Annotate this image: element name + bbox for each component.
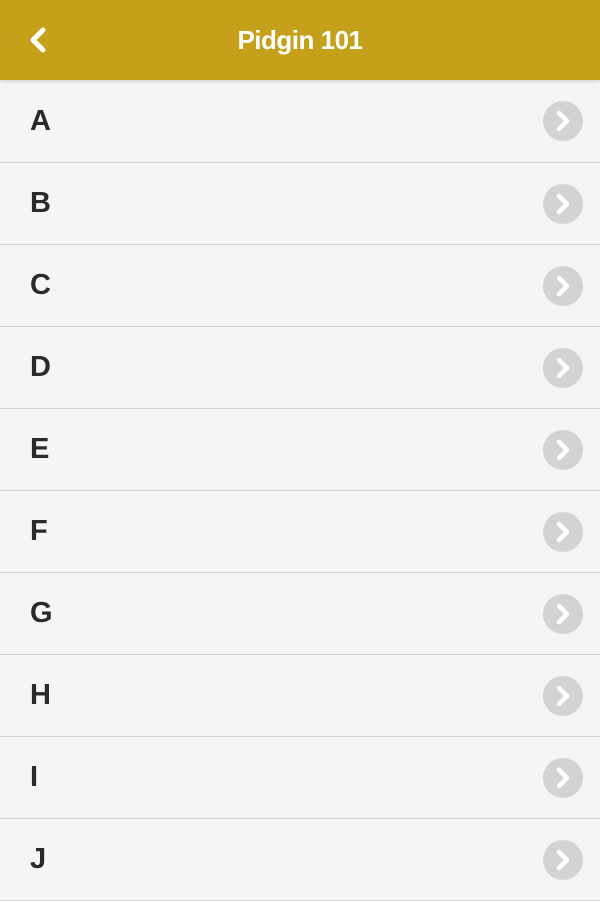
list-item-label: E	[30, 433, 50, 465]
list-item-i[interactable]: I	[0, 737, 600, 819]
list-item-g[interactable]: G	[0, 573, 600, 655]
chevron-right-circle-icon	[543, 593, 583, 634]
chevron-right-circle-icon	[543, 265, 583, 306]
list-item-label: A	[30, 104, 51, 137]
list-item-label: B	[30, 187, 51, 219]
chevron-right-circle-icon	[543, 511, 583, 552]
list-item-a[interactable]: A	[0, 80, 600, 163]
list-item-label: C	[30, 269, 51, 301]
letter-list: A B C D E F G H I J	[0, 80, 600, 901]
list-item-label: I	[30, 761, 39, 793]
chevron-right-circle-icon	[543, 183, 583, 224]
list-item-d[interactable]: D	[0, 327, 600, 409]
chevron-right-circle-icon	[543, 757, 583, 798]
chevron-right-circle-icon	[543, 347, 583, 388]
list-item-b[interactable]: B	[0, 163, 600, 245]
chevron-right-circle-icon	[543, 839, 583, 880]
list-item-label: F	[30, 515, 48, 547]
list-item-h[interactable]: H	[0, 655, 600, 737]
chevron-right-circle-icon	[543, 675, 583, 716]
app-header: Pidgin 101	[0, 0, 600, 80]
chevron-left-icon	[30, 27, 46, 53]
page-title: Pidgin 101	[237, 25, 363, 55]
list-item-c[interactable]: C	[0, 245, 600, 327]
list-item-label: D	[30, 351, 51, 383]
list-item-label: J	[30, 843, 47, 875]
list-item-f[interactable]: F	[0, 491, 600, 573]
list-item-label: G	[30, 597, 53, 629]
list-item-j[interactable]: J	[0, 819, 600, 901]
back-button[interactable]	[18, 20, 58, 60]
chevron-right-circle-icon	[543, 101, 583, 141]
list-item-e[interactable]: E	[0, 409, 600, 491]
list-item-label: H	[30, 679, 51, 711]
chevron-right-circle-icon	[543, 429, 583, 470]
